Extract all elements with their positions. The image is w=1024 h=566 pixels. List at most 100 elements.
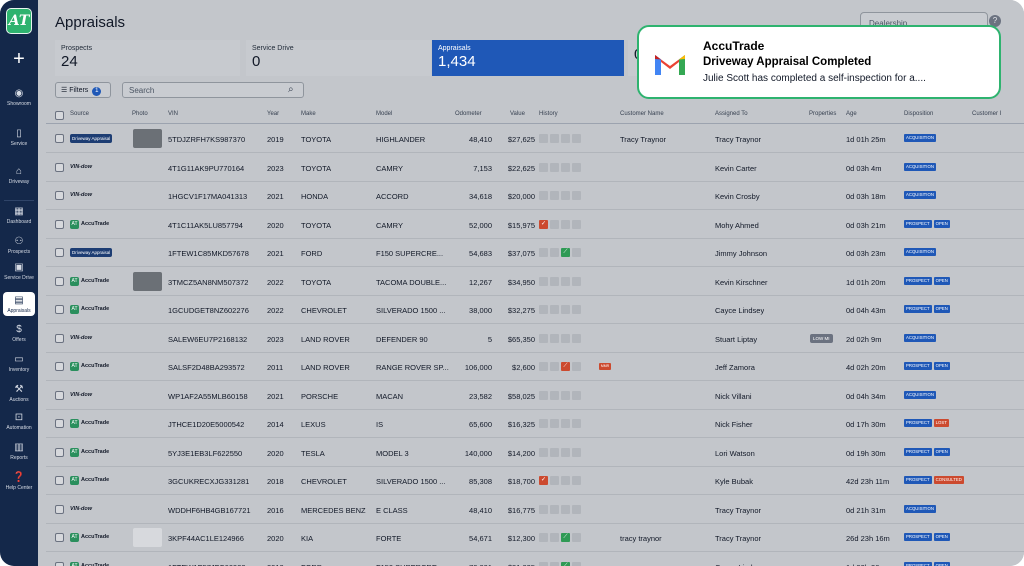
history-icon[interactable] (561, 276, 570, 286)
col-assigned-to[interactable]: Assigned To (715, 111, 748, 117)
row-checkbox[interactable] (55, 504, 64, 514)
history-icons[interactable]: ✓ (539, 476, 583, 486)
table-row[interactable]: VIN-dow SALEW6EU7P2168132 2023 LAND ROVER DE… (46, 325, 1024, 353)
row-checkbox[interactable] (55, 476, 64, 485)
history-icon[interactable] (550, 419, 559, 428)
table-row[interactable]: Driveway Appraisal 1FTEW1C85MKD57678 2021 F… (46, 239, 1024, 267)
history-icon[interactable] (572, 533, 581, 542)
history-icon[interactable] (539, 162, 548, 172)
col-properties[interactable]: Properties (809, 111, 836, 117)
row-checkbox[interactable] (55, 162, 64, 172)
history-icon[interactable] (539, 533, 548, 542)
history-icon[interactable] (572, 162, 581, 172)
table-row[interactable]: VIN-dow 4T1G11AK9PU770164 2023 TOYOTA CAMRY 7… (46, 154, 1024, 182)
col-photo[interactable]: Photo (132, 111, 148, 117)
col-odometer[interactable]: Odometer (455, 111, 482, 117)
history-icon[interactable] (550, 362, 559, 371)
history-icon[interactable]: ⟋ (561, 561, 570, 566)
sidebar-item-help-center[interactable]: ❓ Help Center (0, 472, 38, 491)
sidebar-item-driveway[interactable]: ⌂ Driveway (0, 166, 38, 185)
row-checkbox[interactable] (55, 333, 64, 343)
col-history[interactable]: History (539, 111, 558, 117)
row-checkbox[interactable] (55, 305, 64, 314)
history-icon[interactable] (572, 191, 581, 200)
table-row[interactable]: AT AccuTrade JTHCE1D20E5000542 2014 LEXUS IS 6… (46, 410, 1024, 438)
table-row[interactable]: AT AccuTrade 3GCUKRECXJG331281 2018 CHEVROLE… (46, 467, 1024, 495)
row-checkbox[interactable] (55, 248, 64, 257)
history-icon[interactable] (561, 191, 570, 200)
history-icon[interactable] (539, 333, 548, 343)
col-year[interactable]: Year (267, 111, 279, 117)
history-icon[interactable] (572, 476, 581, 485)
history-icon[interactable]: ⟋ (561, 362, 570, 371)
history-icons[interactable] (539, 333, 583, 344)
sidebar-item-appraisals[interactable]: ▤ Appraisals (3, 292, 35, 316)
history-icons[interactable] (539, 447, 583, 458)
history-icon[interactable] (561, 419, 570, 428)
table-row[interactable]: VIN-dow WP1AF2A55MLB60158 2021 PORSCHE MACAN… (46, 382, 1024, 410)
sidebar-item-service[interactable]: ▯ Service (0, 128, 38, 147)
history-icon[interactable]: ⟋ (561, 248, 570, 257)
row-checkbox[interactable] (55, 276, 64, 286)
table-row[interactable]: AT AccuTrade 3KPF44AC1LE124966 2020 KIA FORTE… (46, 524, 1024, 552)
history-icon[interactable] (572, 134, 581, 143)
history-icon[interactable] (539, 447, 548, 457)
history-icon[interactable] (550, 447, 559, 457)
history-icons[interactable]: ⟋ (539, 561, 583, 566)
search-icon[interactable]: ⌕ (288, 84, 294, 95)
history-icon[interactable] (550, 533, 559, 542)
col-vin[interactable]: VIN (168, 111, 178, 117)
history-icon[interactable] (550, 134, 559, 143)
history-icon[interactable] (550, 191, 559, 200)
col-disposition[interactable]: Disposition (904, 111, 933, 117)
row-checkbox[interactable] (55, 561, 64, 566)
history-icons[interactable] (539, 504, 583, 515)
history-icons[interactable]: ✓ (539, 219, 583, 230)
history-icon[interactable] (550, 219, 559, 229)
stat-appraisals[interactable]: Appraisals 1,434 (432, 40, 624, 76)
sidebar-item-showroom[interactable]: ◉ Showroom (0, 88, 38, 107)
stat-service-drive[interactable]: Service Drive 0 (246, 40, 431, 76)
history-icon[interactable] (539, 561, 548, 566)
history-icons[interactable] (539, 191, 583, 201)
col-customer-name[interactable]: Customer Name (620, 111, 664, 117)
history-icon[interactable] (572, 419, 581, 428)
col-make[interactable]: Make (301, 111, 316, 117)
history-icon[interactable] (561, 162, 570, 172)
stat-prospects[interactable]: Prospects 24 (55, 40, 240, 76)
history-icon[interactable] (550, 333, 559, 343)
col-source[interactable]: Source (70, 111, 89, 117)
add-icon[interactable]: + (12, 49, 26, 69)
row-checkbox[interactable] (55, 219, 64, 229)
history-icon[interactable] (539, 276, 548, 286)
table-row[interactable]: VIN-dow WDDHF6HB4GB167721 2016 MERCEDES BEN… (46, 496, 1024, 524)
table-row[interactable]: AT AccuTrade SALSF2D48BA293572 2011 LAND ROV… (46, 353, 1024, 381)
vehicle-photo[interactable] (133, 528, 162, 547)
row-checkbox[interactable] (55, 533, 64, 542)
history-icon[interactable] (539, 362, 548, 371)
vehicle-photo[interactable] (133, 271, 162, 291)
row-checkbox[interactable] (55, 134, 64, 143)
filters-button[interactable]: ☰ Filters 1 (55, 82, 111, 98)
history-icon[interactable] (572, 305, 581, 314)
sidebar-item-auctions[interactable]: ⚒ Auctions (0, 384, 38, 403)
history-icon[interactable] (572, 362, 581, 371)
history-icon[interactable] (539, 305, 548, 314)
history-icon[interactable] (572, 504, 581, 514)
table-row[interactable]: ATAccuTrade 1FTEW1E57JFC60932 2018 FORD F150… (46, 553, 1024, 566)
history-icons[interactable]: ⟋ (539, 533, 583, 543)
sidebar-item-offers[interactable]: $ Offers (0, 324, 38, 343)
sidebar-item-inventory[interactable]: ▭ Inventory (0, 354, 38, 373)
table-row[interactable]: AT AccuTrade 3TMCZ5AN8NM507372 2022 TOYOTA TA… (46, 268, 1024, 296)
history-icon[interactable]: ✓ (539, 219, 548, 229)
row-checkbox[interactable] (55, 362, 64, 371)
col-customer-i[interactable]: Customer I (972, 111, 1001, 117)
history-icon[interactable] (539, 134, 548, 143)
table-row[interactable]: VIN-dow 1HGCV1F17MA041313 2021 HONDA ACCORD 3… (46, 182, 1024, 210)
col-age[interactable]: Age (846, 111, 857, 117)
history-icon[interactable] (572, 390, 581, 400)
accutrade-logo[interactable]: AT (6, 8, 32, 34)
history-icon[interactable] (550, 561, 559, 566)
select-all-checkbox[interactable] (55, 111, 64, 120)
history-icon[interactable] (561, 333, 570, 343)
